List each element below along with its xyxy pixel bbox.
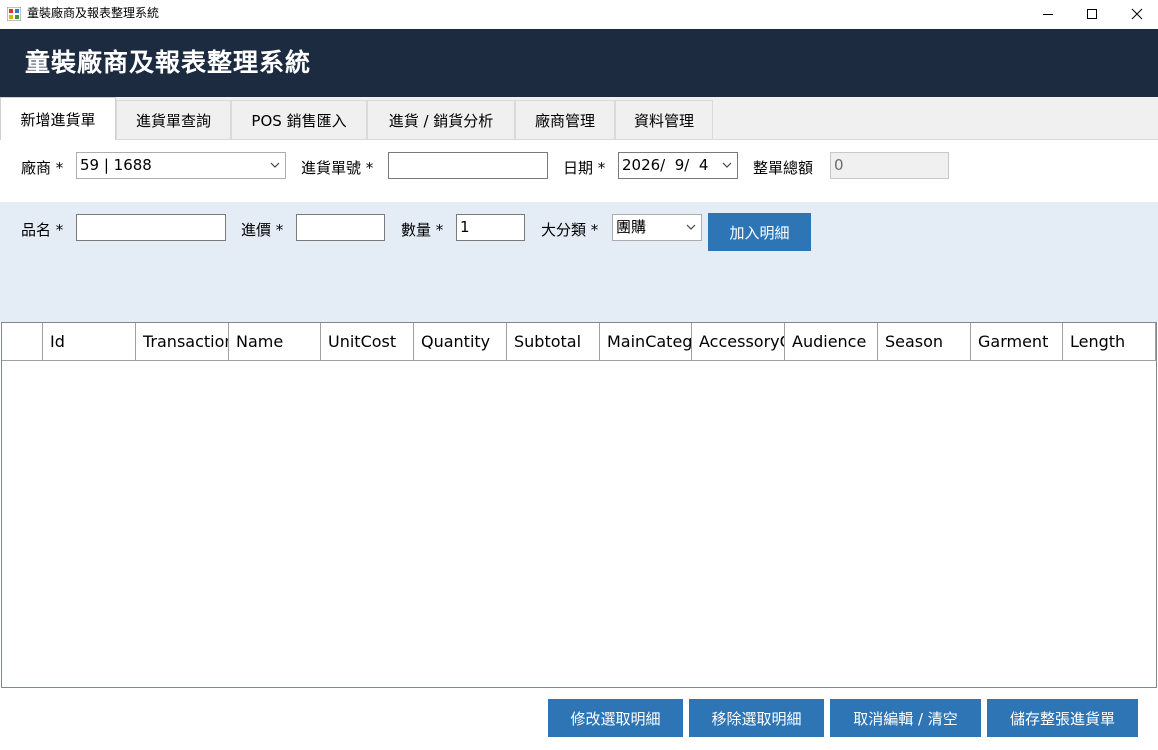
tab-purchase-order-query[interactable]: 進貨單查詢 xyxy=(116,100,231,139)
grid-header-row: Id Transaction Name UnitCost Quantity Su… xyxy=(2,323,1156,361)
tab-data-management[interactable]: 資料管理 xyxy=(615,100,713,139)
column-header-season[interactable]: Season xyxy=(878,323,971,360)
tab-new-purchase-order[interactable]: 新增進貨單 xyxy=(0,97,116,140)
maximize-icon[interactable] xyxy=(1069,0,1115,28)
column-header-transaction[interactable]: Transaction xyxy=(136,323,229,360)
chevron-down-icon xyxy=(722,162,732,168)
app-header-title: 童裝廠商及報表整理系統 xyxy=(25,48,312,77)
tab-pos-sales-import[interactable]: POS 銷售匯入 xyxy=(231,100,367,139)
column-header-quantity[interactable]: Quantity xyxy=(414,323,507,360)
order-total-value: 0 xyxy=(830,152,949,179)
minimize-icon[interactable] xyxy=(1025,0,1071,28)
column-header-name[interactable]: Name xyxy=(229,323,321,360)
cancel-clear-button[interactable]: 取消編輯 / 清空 xyxy=(830,699,981,737)
tab-purchase-sales-analysis[interactable]: 進貨 / 銷貨分析 xyxy=(367,100,515,139)
date-picker[interactable]: 2026/ 9/ 4 xyxy=(618,152,738,179)
window-title-bar: 童裝廠商及報表整理系統 xyxy=(0,0,1158,28)
tab-vendor-management[interactable]: 廠商管理 xyxy=(515,100,615,139)
app-header: 童裝廠商及報表整理系統 xyxy=(0,29,1158,97)
remove-selected-detail-button[interactable]: 移除選取明細 xyxy=(689,699,824,737)
date-label: 日期 * xyxy=(563,159,606,177)
date-picker-value: 2026/ 9/ 4 xyxy=(622,156,709,174)
edit-selected-detail-button[interactable]: 修改選取明細 xyxy=(548,699,683,737)
detail-grid[interactable]: Id Transaction Name UnitCost Quantity Su… xyxy=(1,322,1157,688)
quantity-input[interactable]: 1 xyxy=(456,214,525,241)
column-header-maincategory[interactable]: MainCategory xyxy=(600,323,692,360)
order-number-input[interactable] xyxy=(388,152,548,179)
quantity-label: 數量 * xyxy=(401,221,444,239)
vendor-select[interactable]: 59 | 1688 xyxy=(76,152,286,179)
item-name-input[interactable] xyxy=(76,214,226,241)
order-total-label: 整單總額 xyxy=(753,159,814,177)
unit-cost-input[interactable] xyxy=(296,214,385,241)
column-header-id[interactable]: Id xyxy=(43,323,136,360)
main-category-select[interactable]: 團購 xyxy=(612,214,702,241)
unit-cost-label: 進價 * xyxy=(241,221,284,239)
vendor-select-value: 59 | 1688 xyxy=(80,156,152,174)
item-name-label: 品名 * xyxy=(21,221,64,239)
chevron-down-icon xyxy=(686,224,696,230)
column-header-accessorycategory[interactable]: AccessoryCategory xyxy=(692,323,785,360)
column-header-audience[interactable]: Audience xyxy=(785,323,878,360)
chevron-down-icon xyxy=(270,162,280,168)
add-detail-button[interactable]: 加入明細 xyxy=(708,213,811,251)
column-header-unitcost[interactable]: UnitCost xyxy=(321,323,414,360)
close-icon[interactable] xyxy=(1114,0,1158,28)
vendor-label: 廠商 * xyxy=(21,159,64,177)
window-title: 童裝廠商及報表整理系統 xyxy=(27,6,160,20)
column-header-subtotal[interactable]: Subtotal xyxy=(507,323,600,360)
main-category-value: 團購 xyxy=(616,218,647,236)
order-number-label: 進貨單號 * xyxy=(301,159,374,177)
column-header-garment[interactable]: Garment xyxy=(971,323,1063,360)
main-category-label: 大分類 * xyxy=(541,221,599,239)
save-order-button[interactable]: 儲存整張進貨單 xyxy=(987,699,1138,737)
app-icon xyxy=(6,6,22,22)
column-header-length[interactable]: Length xyxy=(1063,323,1156,360)
row-header-corner xyxy=(2,323,43,360)
